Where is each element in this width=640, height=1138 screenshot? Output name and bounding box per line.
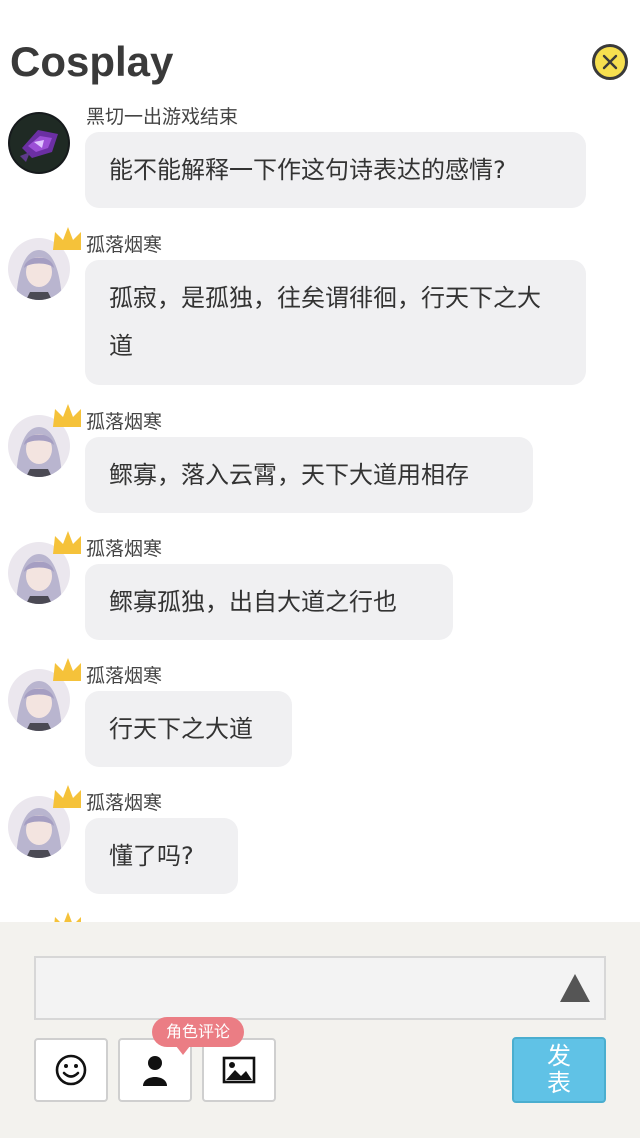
crown-icon bbox=[53, 531, 81, 554]
sender-name: 孤落烟寒 bbox=[86, 665, 163, 687]
chat-message: 孤落烟寒 懂了吗? bbox=[0, 785, 640, 896]
emoji-button[interactable] bbox=[34, 1038, 108, 1102]
emoji-icon bbox=[55, 1054, 87, 1086]
chat-message: 孤落烟寒 行天下之大道 bbox=[0, 658, 640, 769]
message-bubble: 鳏寡孤独，出自大道之行也 bbox=[85, 564, 453, 640]
message-bubble: 鳏寡，落入云霄，天下大道用相存 bbox=[85, 437, 533, 513]
chat-message: 孤落烟寒 孤寂，是孤独，往矣谓徘徊，行天下之大道 bbox=[0, 227, 640, 388]
crown-icon bbox=[53, 227, 81, 250]
close-button[interactable] bbox=[592, 44, 628, 80]
header: Cosplay bbox=[0, 0, 640, 100]
sender-name: 黑切一出游戏结束 bbox=[86, 106, 239, 128]
role-comment-tag: 角色评论 bbox=[152, 1017, 245, 1055]
chat-message: 黑切一出游戏结束 能不能解释一下作这句诗表达的感情? bbox=[0, 106, 640, 208]
message-bubble: 能不能解释一下作这句诗表达的感情? bbox=[85, 132, 586, 208]
sender-name: 孤落烟寒 bbox=[86, 234, 163, 256]
sender-name: 孤落烟寒 bbox=[86, 792, 163, 814]
crown-icon bbox=[53, 785, 81, 808]
publish-label-line1: 发 bbox=[547, 1042, 571, 1070]
message-bubble: 孤寂，是孤独，往矣谓徘徊，行天下之大道 bbox=[85, 260, 586, 385]
chat-message: 孤落烟寒 鳏寡，落入云霄，天下大道用相存 bbox=[0, 404, 640, 515]
dark-avatar-icon bbox=[8, 112, 70, 174]
message-input[interactable] bbox=[34, 956, 606, 1020]
publish-label-line2: 表 bbox=[547, 1069, 571, 1097]
image-button[interactable] bbox=[202, 1038, 276, 1102]
person-icon bbox=[143, 1056, 167, 1086]
avatar[interactable] bbox=[8, 112, 70, 174]
crown-icon bbox=[53, 658, 81, 681]
sender-name: 孤落烟寒 bbox=[86, 538, 163, 560]
image-icon bbox=[222, 1056, 256, 1084]
publish-button[interactable]: 发 表 bbox=[512, 1037, 606, 1103]
composer: 角色评论 发 表 bbox=[0, 922, 640, 1138]
sender-name: 孤落烟寒 bbox=[86, 411, 163, 433]
close-icon bbox=[602, 54, 618, 70]
crown-icon bbox=[53, 404, 81, 427]
chat-message: 孤落烟寒 鳏寡孤独，出自大道之行也 bbox=[0, 531, 640, 642]
page-title: Cosplay bbox=[10, 38, 174, 85]
message-bubble: 行天下之大道 bbox=[85, 691, 292, 767]
message-bubble: 懂了吗? bbox=[85, 818, 238, 894]
expand-up-icon[interactable] bbox=[560, 974, 590, 1002]
